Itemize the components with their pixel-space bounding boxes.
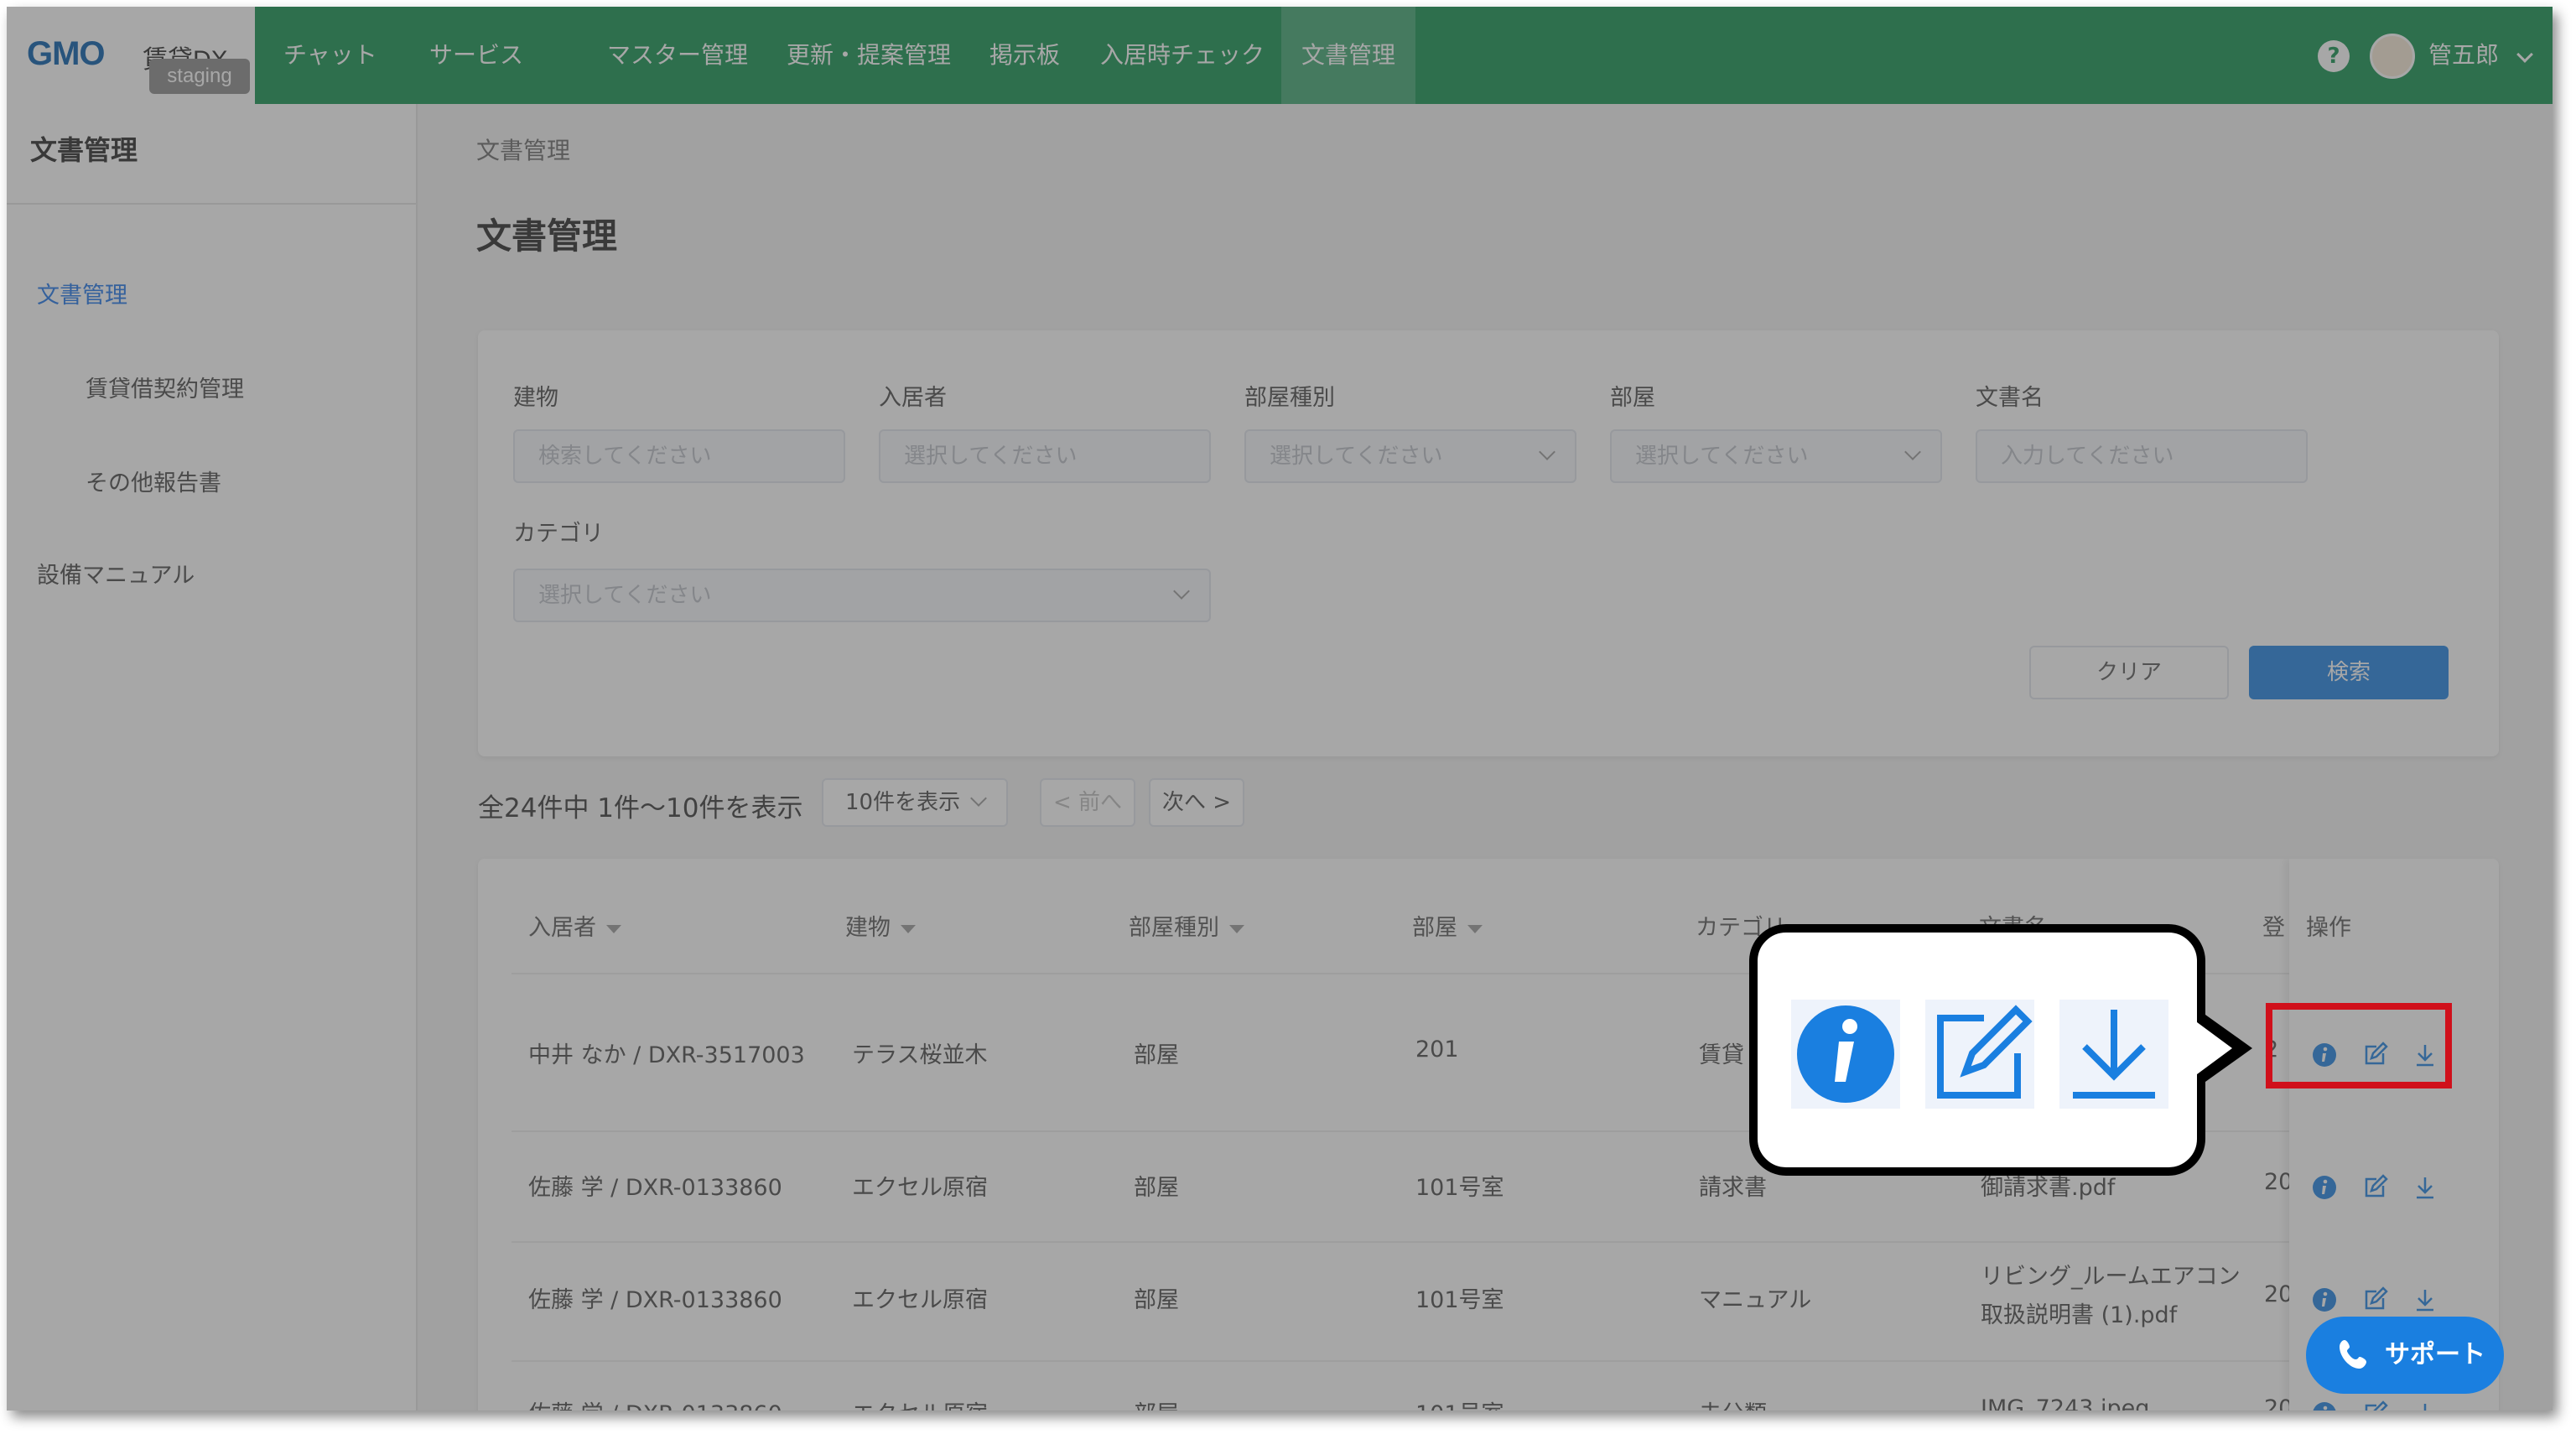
phone-icon — [2340, 1340, 2366, 1369]
actions-highlight — [2266, 1003, 2452, 1088]
support-button[interactable]: サポート — [2306, 1317, 2504, 1394]
action-icons-callout — [1749, 924, 2205, 1176]
support-label: サポート — [2385, 1340, 2485, 1369]
screenshot-frame: GMO 賃貸DX staging チャット サービス マスター管理 更新・提案管… — [7, 7, 2553, 1411]
edit-icon — [1925, 1000, 2034, 1109]
dim-overlay — [7, 7, 2553, 1411]
download-icon — [2059, 1000, 2168, 1109]
callout-pointer-inner — [2194, 1020, 2232, 1077]
info-icon — [1791, 1000, 1900, 1109]
